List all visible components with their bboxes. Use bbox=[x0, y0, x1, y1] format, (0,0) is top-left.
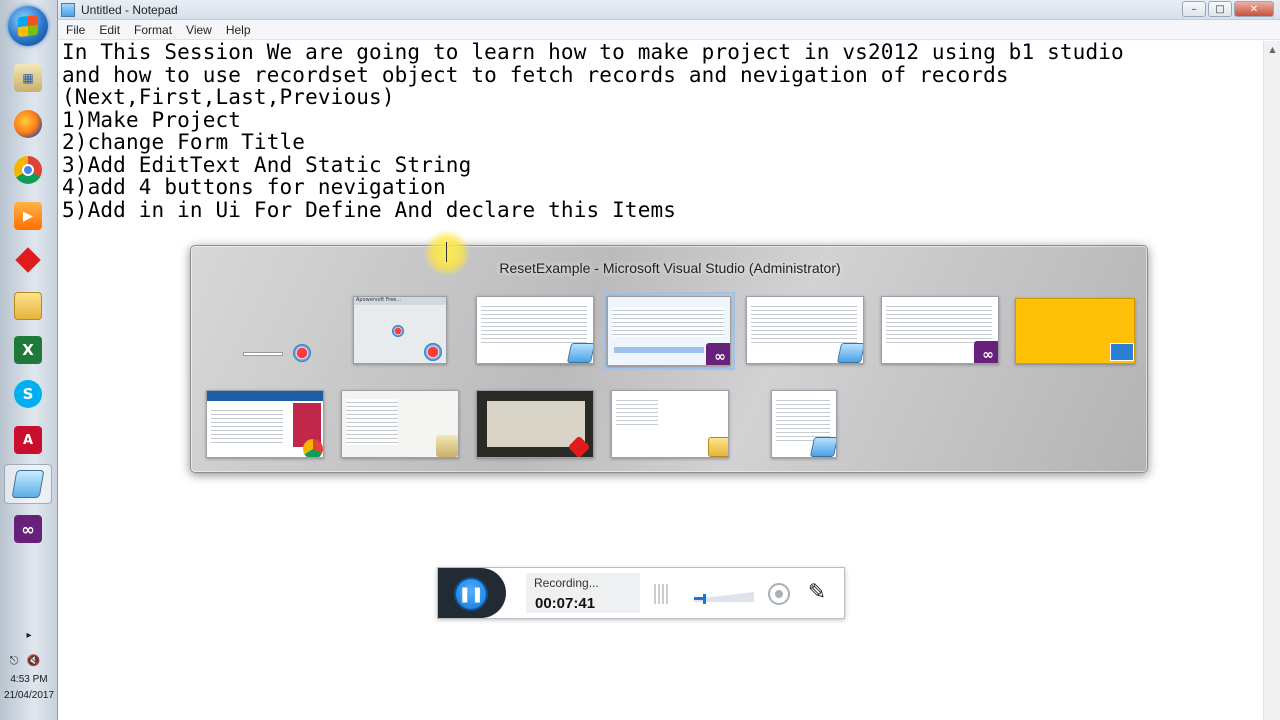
recording-label: Recording... bbox=[534, 576, 599, 590]
red-diamond-icon bbox=[14, 246, 42, 274]
thumb-sap[interactable] bbox=[341, 390, 459, 458]
menu-edit[interactable]: Edit bbox=[91, 23, 126, 37]
scroll-up-icon[interactable]: ▲ bbox=[1264, 41, 1280, 58]
thumb-notepad[interactable] bbox=[746, 296, 864, 364]
folder-icon bbox=[708, 437, 728, 457]
folder-icon bbox=[14, 292, 42, 320]
thumb-text bbox=[751, 303, 857, 343]
vertical-scrollbar[interactable]: ▲ bbox=[1263, 41, 1280, 720]
minimize-button[interactable]: – bbox=[1182, 1, 1206, 17]
editor-line: (Next,First,Last,Previous) bbox=[62, 85, 395, 109]
sap-icon: ▦ bbox=[14, 64, 42, 92]
volume-knob[interactable] bbox=[703, 594, 706, 604]
editor-line: 1)Make Project bbox=[62, 107, 242, 132]
pause-button[interactable]: ❚❚ bbox=[454, 577, 488, 611]
notepad-icon bbox=[836, 343, 863, 363]
thumb-explorer[interactable] bbox=[611, 390, 729, 458]
visual-studio-icon: ∞ bbox=[974, 341, 998, 363]
thumb-video-player[interactable] bbox=[476, 390, 594, 458]
chrome-icon bbox=[14, 156, 42, 184]
notepad-icon bbox=[566, 343, 593, 363]
thumb-notepad[interactable] bbox=[771, 390, 837, 458]
thumb-text bbox=[481, 303, 587, 343]
thumb-text bbox=[886, 303, 992, 343]
sap-icon bbox=[436, 435, 458, 457]
tray-icons[interactable]: ⎋🔇 bbox=[0, 654, 58, 668]
webcam-icon[interactable] bbox=[768, 583, 790, 605]
menu-file[interactable]: File bbox=[58, 23, 91, 37]
recorder-control-panel: ❚❚ bbox=[438, 568, 506, 618]
editor-line: In This Session We are going to learn ho… bbox=[62, 40, 1124, 64]
thumb-chrome[interactable] bbox=[206, 390, 324, 458]
editor-line: 4)add 4 buttons for nevigation bbox=[62, 175, 446, 199]
thumb-text bbox=[211, 407, 283, 443]
thumb-text bbox=[616, 397, 658, 427]
windows-logo-icon bbox=[18, 14, 38, 38]
recorder-icon bbox=[424, 343, 442, 361]
editor-line: 2)change Form Title bbox=[62, 130, 306, 154]
clock-date[interactable]: 21/04/2017 bbox=[0, 690, 58, 701]
thumb-desktop[interactable] bbox=[243, 344, 313, 366]
mini-title: Apowersoft Free... bbox=[354, 297, 446, 305]
text-cursor-icon bbox=[446, 242, 448, 262]
switcher-title: ResetExample - Microsoft Visual Studio (… bbox=[499, 260, 841, 276]
title-bar[interactable]: Untitled - Notepad – □ ✕ bbox=[58, 0, 1280, 20]
close-button[interactable]: ✕ bbox=[1234, 1, 1274, 17]
taskbar-item-excel[interactable]: X bbox=[4, 330, 52, 370]
thumb-notepad[interactable] bbox=[476, 296, 594, 364]
drag-handle[interactable] bbox=[654, 584, 668, 604]
menu-bar: File Edit Format View Help bbox=[58, 20, 1280, 40]
chrome-icon bbox=[303, 439, 323, 457]
recorder-icon bbox=[293, 344, 311, 362]
recording-timer: 00:07:41 bbox=[535, 595, 596, 612]
pen-icon[interactable]: ✎ bbox=[804, 580, 830, 606]
monitor-icon bbox=[1110, 343, 1134, 361]
editor-line: 3)Add EditText And Static String bbox=[62, 152, 472, 177]
recording-status: Recording... 00:07:41 bbox=[526, 573, 640, 613]
thumb-text bbox=[612, 307, 724, 337]
notepad-title-icon bbox=[61, 2, 75, 17]
firefox-icon bbox=[14, 110, 42, 138]
alt-tab-switcher: ResetExample - Microsoft Visual Studio (… bbox=[190, 245, 1148, 473]
menu-help[interactable]: Help bbox=[218, 23, 257, 37]
taskbar-item-sap[interactable]: ▦ bbox=[4, 58, 52, 98]
thumb-visual-studio[interactable]: ∞ bbox=[881, 296, 999, 364]
taskbar: ▦ ▶ X S A ∞ ▸ ⎋🔇 4:53 PM 21/04/2017 bbox=[0, 0, 58, 720]
editor-line: and how to use recordset object to fetch… bbox=[62, 62, 1009, 87]
volume-slider[interactable] bbox=[694, 588, 754, 604]
notepad-icon bbox=[11, 470, 45, 498]
play-icon: ▶ bbox=[14, 202, 42, 230]
recorder-icon bbox=[392, 325, 404, 337]
clock-time[interactable]: 4:53 PM bbox=[0, 674, 58, 685]
taskbar-item-acrobat[interactable]: A bbox=[4, 420, 52, 460]
thumb-text bbox=[346, 399, 398, 445]
taskbar-item-media-player[interactable]: ▶ bbox=[4, 196, 52, 236]
window-title: Untitled - Notepad bbox=[81, 2, 178, 17]
taskbar-item-chrome[interactable] bbox=[4, 150, 52, 190]
taskbar-item-firefox[interactable] bbox=[4, 104, 52, 144]
visual-studio-icon: ∞ bbox=[14, 515, 42, 543]
editor-line: 5)Add in in Ui For Define And declare th… bbox=[62, 197, 677, 222]
skype-icon: S bbox=[14, 380, 42, 408]
taskbar-item-red-app[interactable] bbox=[4, 240, 52, 280]
screen-recorder-bar: ❚❚ Recording... 00:07:41 ✎ bbox=[437, 567, 845, 619]
maximize-button[interactable]: □ bbox=[1208, 1, 1232, 17]
taskbar-item-visual-studio[interactable]: ∞ bbox=[4, 509, 52, 549]
excel-icon: X bbox=[14, 336, 42, 364]
menu-view[interactable]: View bbox=[178, 23, 218, 37]
taskbar-item-notepad[interactable] bbox=[4, 464, 52, 504]
visual-studio-icon: ∞ bbox=[706, 343, 730, 365]
notepad-icon bbox=[809, 437, 836, 457]
thumb-recorder[interactable]: Apowersoft Free... bbox=[353, 296, 447, 364]
thumb-visual-studio-selected[interactable]: ∞ bbox=[603, 292, 735, 370]
menu-format[interactable]: Format bbox=[126, 23, 178, 37]
thumb-desktop-wallpaper[interactable] bbox=[1015, 298, 1135, 364]
taskbar-item-explorer[interactable] bbox=[4, 286, 52, 326]
taskbar-item-skype[interactable]: S bbox=[4, 374, 52, 414]
tray-expand-icon[interactable]: ▸ bbox=[0, 630, 58, 641]
start-button[interactable] bbox=[8, 6, 48, 46]
acrobat-icon: A bbox=[14, 426, 42, 454]
